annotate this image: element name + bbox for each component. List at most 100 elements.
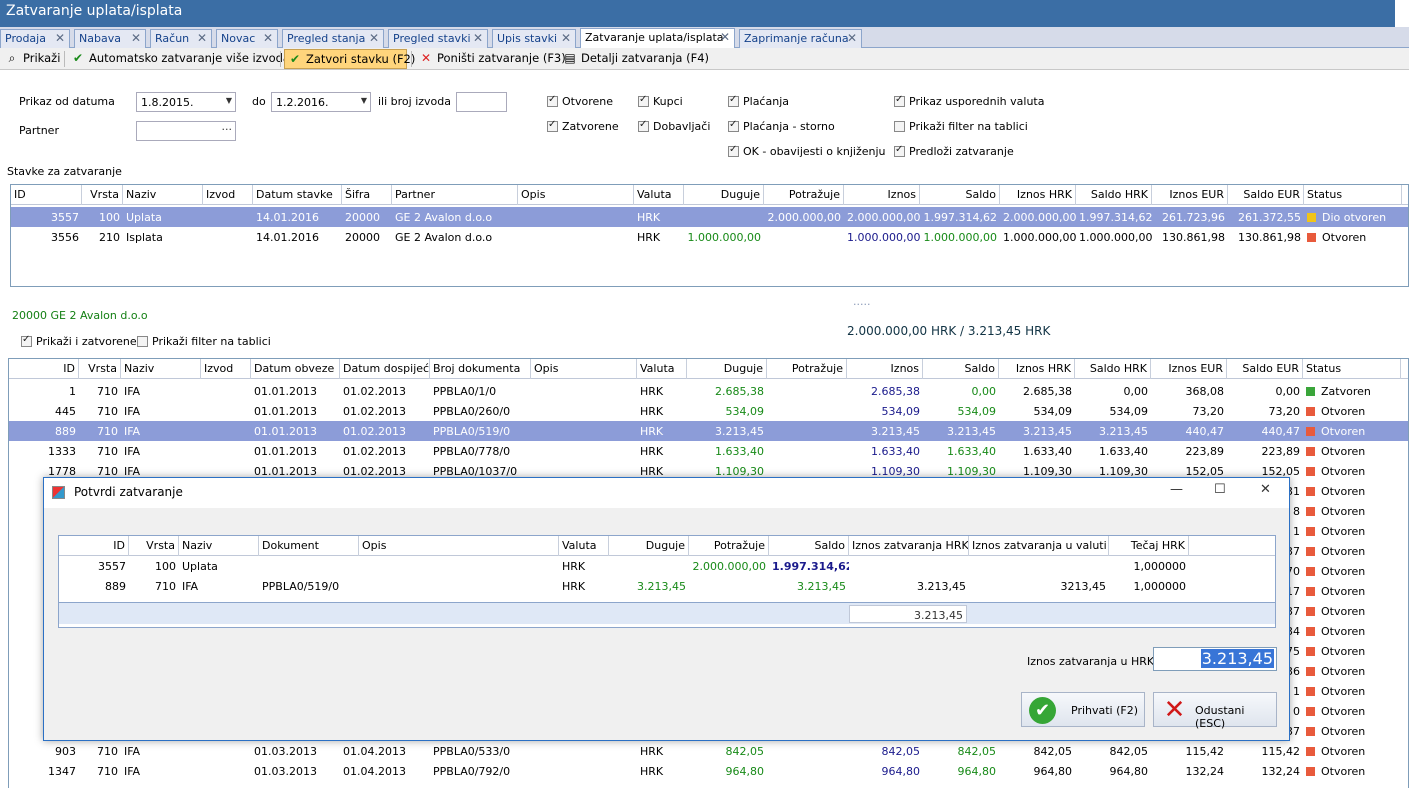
- column-header[interactable]: Potražuje: [689, 536, 769, 556]
- column-header[interactable]: ID: [9, 359, 79, 379]
- column-header[interactable]: Šifra: [342, 185, 392, 205]
- column-header[interactable]: Iznos EUR: [1151, 359, 1227, 379]
- to-date-field[interactable]: 1.2.2016. ▼: [271, 92, 371, 112]
- column-header[interactable]: Saldo EUR: [1228, 185, 1304, 205]
- table-row[interactable]: 445 710 IFA 01.01.2013 01.02.2013 PPBLA0/260/…: [9, 401, 1408, 421]
- auto-close-button[interactable]: ✔ Automatsko zatvaranje više izvoda: [68, 49, 293, 69]
- table-row[interactable]: 903 710 IFA 01.03.2013 01.04.2013 PPBLA0/533/…: [9, 741, 1408, 761]
- table-row[interactable]: 889 710 IFA 01.01.2013 01.02.2013 PPBLA0/519/…: [9, 421, 1408, 441]
- column-header[interactable]: Opis: [359, 536, 559, 556]
- table-row[interactable]: 1333 710 IFA 01.01.2013 01.02.2013 PPBLA0/778…: [9, 441, 1408, 461]
- checkbox-show-closed[interactable]: Prikaži i zatvorene: [21, 334, 137, 348]
- show-button[interactable]: ⌕ Prikaži: [2, 49, 63, 69]
- column-header[interactable]: Saldo: [920, 185, 1000, 205]
- close-icon[interactable]: ✕: [263, 31, 273, 45]
- checkbox-show-filter[interactable]: Prikaži filter na tablici: [137, 335, 271, 348]
- table-row[interactable]: 1 710 IFA 01.01.2013 01.02.2013 PPBLA0/1/0 HRK…: [9, 381, 1408, 401]
- partner-field[interactable]: ···: [136, 121, 236, 141]
- checkbox-ok-obavijesti[interactable]: OK - obavijesti o knjiženju: [728, 144, 886, 158]
- column-header[interactable]: Saldo HRK: [1076, 185, 1152, 205]
- tab-pregled-stanja[interactable]: Pregled stanja ✕: [282, 29, 384, 48]
- column-header[interactable]: Duguje: [684, 185, 764, 205]
- column-header[interactable]: Potražuje: [764, 185, 844, 205]
- tab-racun[interactable]: Račun ✕: [150, 29, 212, 48]
- close-icon[interactable]: ✕: [369, 31, 379, 45]
- table-row[interactable]: 3557 100 Uplata HRK 2.000.000,00 1.997.314,62…: [59, 556, 1275, 576]
- column-header[interactable]: Broj dokumenta: [430, 359, 531, 379]
- column-header[interactable]: Valuta: [637, 359, 687, 379]
- ellipsis-icon[interactable]: ···: [222, 123, 233, 136]
- tab-nabava[interactable]: Nabava ✕: [74, 29, 146, 48]
- checkbox-placanja[interactable]: Plaćanja: [728, 94, 789, 108]
- column-header[interactable]: Partner: [392, 185, 518, 205]
- column-header[interactable]: Vrsta: [79, 359, 121, 379]
- column-header[interactable]: Iznos zatvaranja u valuti: [969, 536, 1109, 556]
- amount-input[interactable]: 3.213,45: [1153, 647, 1277, 671]
- details-button[interactable]: ▤ Detalji zatvaranja (F4): [560, 49, 712, 69]
- column-header[interactable]: Duguje: [687, 359, 767, 379]
- column-header[interactable]: Saldo HRK: [1075, 359, 1151, 379]
- tab-zatvaranje[interactable]: Zatvaranje uplata/isplata ✕: [580, 28, 735, 49]
- column-header[interactable]: Potražuje: [767, 359, 847, 379]
- column-header[interactable]: Valuta: [559, 536, 609, 556]
- checkbox-usporedne-valute[interactable]: Prikaz usporednih valuta: [894, 94, 1044, 108]
- table-row[interactable]: 889 710 IFA PPBLA0/519/0 HRK 3.213,45 3.213,45…: [59, 576, 1275, 596]
- column-header[interactable]: Saldo: [769, 536, 849, 556]
- checkbox-placanja-storno[interactable]: Plaćanja - storno: [728, 119, 835, 133]
- column-header[interactable]: Datum stavke: [253, 185, 342, 205]
- column-header[interactable]: ID: [59, 536, 129, 556]
- cancel-button[interactable]: ✕ Odustani (ESC): [1153, 692, 1277, 730]
- column-header[interactable]: Datum dospijeća: [340, 359, 430, 379]
- tab-novac[interactable]: Novac ✕: [216, 29, 278, 48]
- column-header[interactable]: Iznos HRK: [1000, 185, 1076, 205]
- chevron-down-icon[interactable]: ▼: [226, 96, 232, 105]
- column-header[interactable]: Naziv: [123, 185, 203, 205]
- column-header[interactable]: Opis: [531, 359, 637, 379]
- column-header[interactable]: Duguje: [609, 536, 689, 556]
- from-date-field[interactable]: 1.8.2015. ▼: [136, 92, 236, 112]
- close-icon[interactable]: ✕: [473, 31, 483, 45]
- checkbox-otvorene[interactable]: Otvorene: [547, 94, 613, 108]
- checkbox-kupci[interactable]: Kupci: [638, 94, 683, 108]
- checkbox-zatvorene[interactable]: Zatvorene: [547, 119, 619, 133]
- column-header[interactable]: Saldo: [923, 359, 999, 379]
- column-header[interactable]: Iznos HRK: [999, 359, 1075, 379]
- column-header[interactable]: Dokument: [259, 536, 359, 556]
- checkbox-predlozi-zatvaranje[interactable]: Predloži zatvaranje: [894, 144, 1014, 158]
- column-header[interactable]: Iznos zatvaranja HRK: [849, 536, 969, 556]
- column-header[interactable]: Izvod: [201, 359, 251, 379]
- column-header[interactable]: Iznos: [844, 185, 920, 205]
- column-header[interactable]: Opis: [518, 185, 634, 205]
- column-header[interactable]: Vrsta: [129, 536, 179, 556]
- table-row[interactable]: 1347 710 IFA 01.03.2013 01.04.2013 PPBLA0/792…: [9, 761, 1408, 781]
- table-row[interactable]: 3556 210 Isplata 14.01.2016 20000 GE 2 Avalon…: [11, 227, 1408, 247]
- checkbox-dobavljaci[interactable]: Dobavljači: [638, 119, 710, 133]
- minimize-icon[interactable]: —: [1170, 482, 1183, 497]
- close-icon[interactable]: ✕: [1260, 482, 1271, 497]
- splitter-handle[interactable]: .....: [853, 295, 870, 308]
- table-row[interactable]: 3557 100 Uplata 14.01.2016 20000 GE 2 Avalon …: [11, 207, 1408, 227]
- statement-input[interactable]: [456, 92, 507, 112]
- close-icon[interactable]: ✕: [131, 31, 141, 45]
- close-icon[interactable]: ✕: [720, 30, 730, 44]
- close-item-button[interactable]: ✔ Zatvori stavku (F2): [284, 49, 415, 69]
- checkbox-filter-tablica[interactable]: Prikaži filter na tablici: [894, 120, 1028, 133]
- tab-upis-stavki[interactable]: Upis stavki ✕: [492, 29, 576, 48]
- close-icon[interactable]: ✕: [561, 31, 571, 45]
- tab-zaprimanje-racuna[interactable]: Zaprimanje računa ✕: [739, 29, 862, 48]
- tab-pregled-stavki[interactable]: Pregled stavki ✕: [388, 29, 488, 48]
- column-header[interactable]: ID: [11, 185, 82, 205]
- column-header[interactable]: Tečaj HRK: [1109, 536, 1189, 556]
- tab-prodaja[interactable]: Prodaja ✕: [0, 29, 70, 48]
- accept-button[interactable]: ✔ Prihvati (F2): [1021, 692, 1145, 727]
- close-icon[interactable]: ✕: [847, 31, 857, 45]
- column-header[interactable]: Naziv: [121, 359, 201, 379]
- cancel-close-button[interactable]: ✕ Poništi zatvaranje (F3): [416, 49, 569, 69]
- column-header[interactable]: Saldo EUR: [1227, 359, 1303, 379]
- close-icon[interactable]: ✕: [197, 31, 207, 45]
- column-header[interactable]: Datum obveze: [251, 359, 340, 379]
- column-header[interactable]: Valuta: [634, 185, 684, 205]
- column-header[interactable]: Vrsta: [82, 185, 123, 205]
- close-icon[interactable]: ✕: [55, 31, 65, 45]
- column-header[interactable]: Izvod: [203, 185, 253, 205]
